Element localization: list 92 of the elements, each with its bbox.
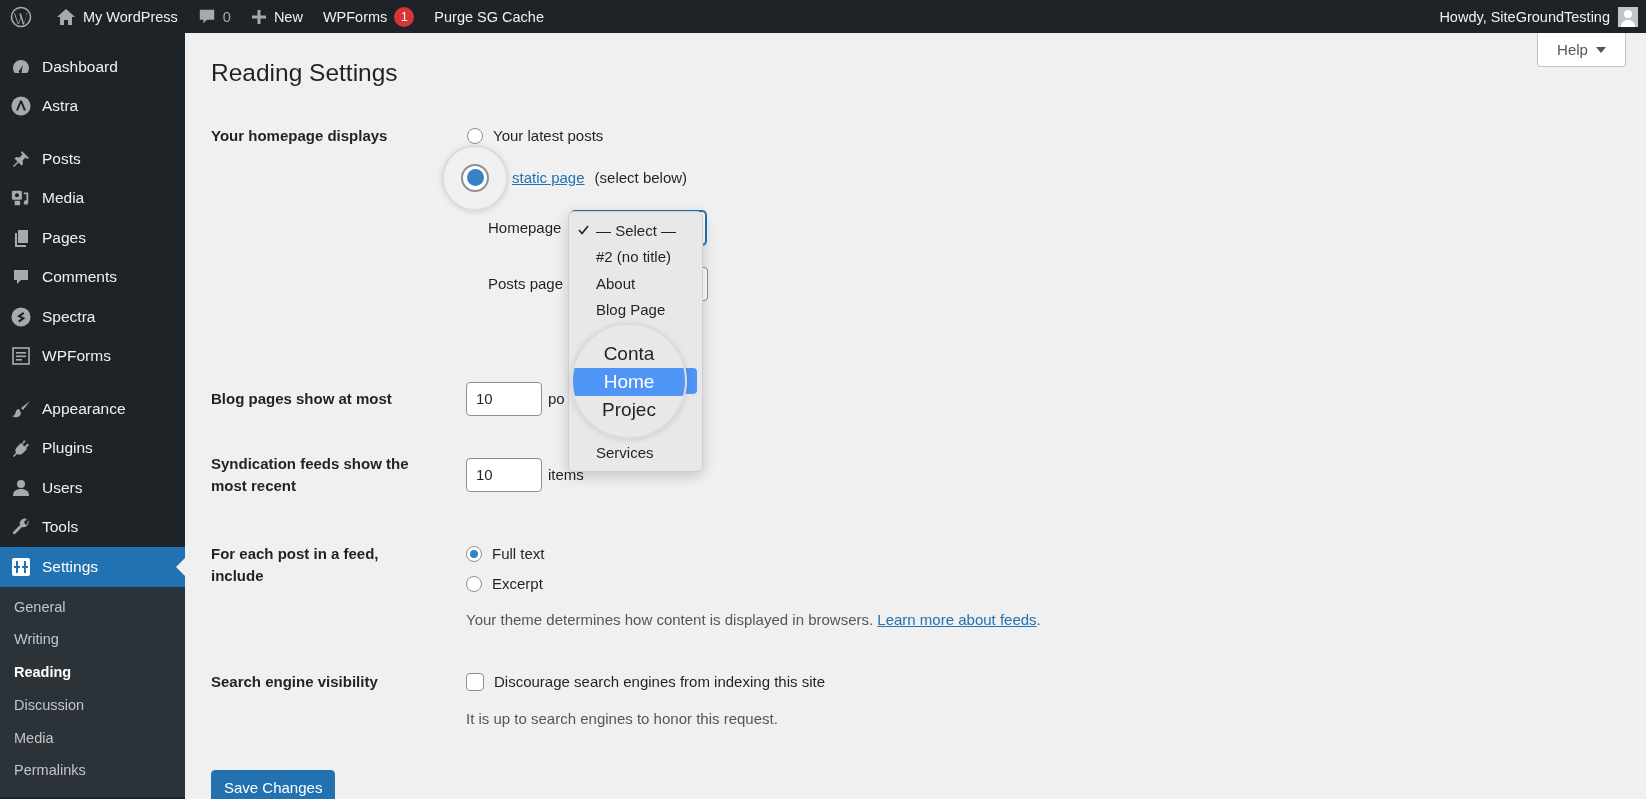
menu-label: Media [42, 189, 85, 208]
checkbox[interactable] [466, 672, 484, 691]
sidebar-item[interactable]: Media [0, 178, 185, 218]
dropdown-option[interactable]: Conta [603, 343, 655, 364]
wordpress-logo-icon[interactable] [10, 5, 32, 28]
sidebar-item[interactable]: Settings [0, 547, 185, 587]
radio-button[interactable] [461, 163, 489, 192]
new-label: New [273, 8, 303, 25]
menu-label: WPForms [42, 347, 111, 366]
dropdown-option[interactable]: Projec [602, 399, 656, 420]
field-label: Search engine visibility [211, 671, 379, 692]
site-name: My WordPress [83, 8, 178, 25]
dropdown-option[interactable]: Services [569, 439, 702, 466]
dropdown-option[interactable]: — Select — [569, 217, 702, 244]
field-label: Blog pages show at most [211, 388, 392, 409]
submenu-item[interactable]: Writing [0, 623, 185, 657]
radio-button[interactable] [467, 127, 483, 144]
help-button[interactable]: Help [1537, 33, 1626, 67]
dropdown-option[interactable]: Blog Page [569, 296, 702, 323]
radio-button[interactable] [466, 575, 482, 592]
radio-button[interactable] [466, 545, 482, 562]
field-label: Syndication feeds show the most recent [211, 453, 410, 496]
greeting: Howdy, SiteGroundTesting [1439, 8, 1610, 25]
menu-label: Comments [42, 268, 117, 287]
help-text: Your theme determines how content is displayed in browsers. Learn more about feeds. [466, 609, 1042, 630]
field-label: For each post in a feed, include [211, 543, 380, 586]
option-label: Excerpt [492, 575, 543, 592]
field-label: Your homepage displays [211, 125, 389, 146]
form-icon [11, 346, 31, 367]
home-icon [56, 7, 76, 26]
plug-icon [11, 438, 31, 459]
menu-label: Plugins [42, 439, 93, 458]
sidebar-item[interactable]: WPForms [0, 336, 185, 376]
save-button[interactable]: Save Changes [211, 769, 336, 799]
submenu-item[interactable]: Permalinks [0, 754, 185, 788]
help-text: It is up to search engines to honor this request. [466, 708, 779, 729]
pin-icon [11, 148, 31, 169]
checkbox-label: Discourage search engines from indexing this site [494, 673, 825, 690]
sidebar-item[interactable]: Astra [0, 86, 185, 126]
option-label: Full text [492, 545, 545, 562]
sidebar-item[interactable]: Plugins [0, 428, 185, 468]
sidebar-item[interactable]: Spectra [0, 297, 185, 337]
dropdown-option[interactable]: About [569, 270, 702, 297]
menu-label: Tools [42, 518, 79, 537]
menu-label: Appearance [42, 399, 126, 418]
sidebar-item[interactable]: Dashboard [0, 47, 185, 87]
submenu-item[interactable]: Reading [0, 656, 185, 689]
comments-link[interactable]: 0 [197, 7, 231, 26]
wpforms-label: WPForms [322, 8, 388, 25]
menu-label: Pages [42, 228, 86, 247]
feeds-link[interactable]: Learn more about feeds [877, 610, 1037, 628]
number-field[interactable]: 10 [466, 457, 542, 492]
checkmark-icon [578, 225, 589, 236]
wpforms-link[interactable]: WPForms 1 [322, 6, 415, 27]
number-field[interactable]: 10 [466, 381, 542, 416]
option-label: Your latest posts [493, 127, 604, 144]
notification-badge: 1 [394, 6, 415, 27]
static-page-link[interactable]: static page [512, 169, 585, 186]
comment-count: 0 [222, 8, 231, 25]
user-icon [11, 477, 31, 498]
sliders-icon [11, 556, 31, 577]
menu-label: Posts [42, 149, 81, 168]
select-label: Posts page [488, 275, 564, 292]
menu-label: Users [42, 478, 83, 497]
menu-label: Spectra [42, 307, 96, 326]
sidebar-item[interactable]: Pages [0, 218, 185, 258]
s-logo-icon [11, 305, 31, 328]
account-menu[interactable]: Howdy, SiteGroundTesting [1439, 6, 1638, 27]
sidebar-item[interactable]: Posts [0, 139, 185, 179]
submenu-item[interactable]: Discussion [0, 688, 185, 722]
submenu-item[interactable]: Media [0, 721, 185, 755]
menu-label: Dashboard [42, 57, 118, 76]
speech-bubble-icon [197, 7, 216, 26]
field-unit: po [548, 390, 565, 407]
sidebar-item[interactable]: Tools [0, 507, 185, 547]
sidebar-item[interactable]: Users [0, 468, 185, 508]
select-label: Homepage [488, 219, 562, 236]
dropdown-option[interactable]: #2 (no title) [569, 243, 702, 270]
page-title: Reading Settings [211, 61, 399, 86]
field-unit: items [548, 464, 584, 485]
menu-label: Settings [42, 557, 98, 576]
sidebar-item[interactable]: Comments [0, 257, 185, 297]
plus-icon [250, 8, 267, 25]
site-link[interactable]: My WordPress [56, 7, 178, 26]
triangle-logo-icon [11, 95, 31, 118]
submenu-item[interactable]: General [0, 590, 185, 624]
sidebar-item[interactable]: Appearance [0, 389, 185, 429]
purge-cache-link[interactable]: Purge SG Cache [434, 8, 544, 25]
menu-label: Astra [42, 97, 79, 116]
option-note: (select below) [594, 169, 688, 186]
paintbrush-icon [11, 398, 31, 419]
new-link[interactable]: New [250, 8, 303, 25]
